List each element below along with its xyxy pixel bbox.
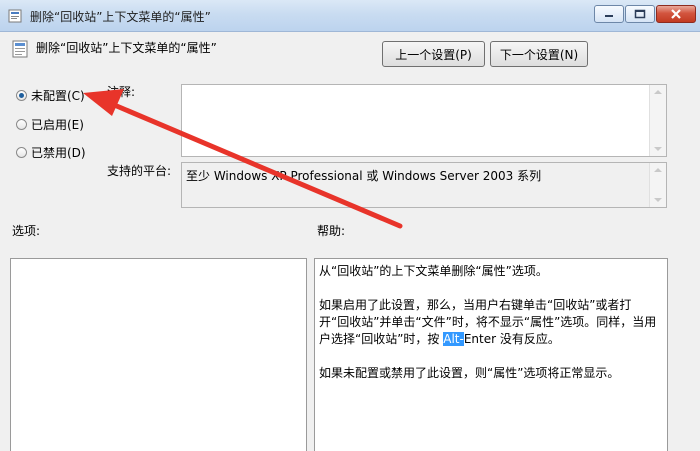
radio-enabled[interactable]: 已启用(E): [16, 116, 84, 133]
radio-dot: [16, 119, 27, 130]
comment-label: 注释:: [107, 85, 136, 99]
setting-icon: [12, 40, 28, 58]
help-pane[interactable]: 从“回收站”的上下文菜单删除“属性”选项。 如果启用了此设置，那么，当用户右键单…: [314, 258, 668, 451]
radio-not-configured[interactable]: 未配置(C): [16, 87, 85, 104]
previous-setting-button[interactable]: 上一个设置(P): [382, 41, 485, 67]
comment-scrollbar[interactable]: [649, 85, 666, 156]
scroll-down-icon[interactable]: [654, 198, 662, 202]
platform-value: 至少 Windows XP Professional 或 Windows Ser…: [186, 169, 542, 183]
scroll-up-icon[interactable]: [654, 90, 662, 94]
selected-text: Alt-: [443, 332, 464, 346]
minimize-icon: [605, 15, 613, 17]
maximize-button[interactable]: [625, 5, 655, 23]
radio-disabled[interactable]: 已禁用(D): [16, 144, 86, 161]
options-label: 选项:: [12, 224, 41, 238]
radio-label: 已启用(E): [31, 118, 84, 132]
policy-icon: [8, 9, 22, 23]
help-paragraph: 如果未配置或禁用了此设置，则“属性”选项将正常显示。: [319, 366, 620, 380]
platform-label: 支持的平台:: [107, 164, 172, 178]
close-icon: [671, 9, 681, 19]
close-button[interactable]: [656, 5, 696, 23]
options-pane: [10, 258, 307, 451]
radio-dot: [16, 147, 27, 158]
help-paragraph: 如果启用了此设置，那么，当用户右键单击“回收站”或者打开“回收站”并单击“文件”…: [319, 297, 661, 348]
next-setting-button[interactable]: 下一个设置(N): [490, 41, 588, 67]
comment-textarea[interactable]: [181, 84, 667, 157]
window-title: 删除“回收站”上下文菜单的“属性”: [30, 10, 211, 24]
radio-dot: [16, 90, 27, 101]
help-text: Enter 没有反应。: [463, 332, 560, 346]
platform-scrollbar[interactable]: [649, 163, 666, 207]
scroll-up-icon[interactable]: [654, 168, 662, 172]
minimize-button[interactable]: [594, 5, 624, 23]
help-paragraph: 从“回收站”的上下文菜单删除“属性”选项。: [319, 264, 548, 278]
setting-title: 删除“回收站”上下文菜单的“属性”: [36, 41, 217, 55]
radio-label: 已禁用(D): [31, 146, 86, 160]
maximize-icon: [634, 9, 646, 19]
title-bar: 删除“回收站”上下文菜单的“属性”: [0, 0, 700, 32]
platform-field: 至少 Windows XP Professional 或 Windows Ser…: [181, 162, 667, 208]
help-label: 帮助:: [317, 224, 346, 238]
scroll-down-icon[interactable]: [654, 147, 662, 151]
radio-label: 未配置(C): [31, 89, 85, 103]
